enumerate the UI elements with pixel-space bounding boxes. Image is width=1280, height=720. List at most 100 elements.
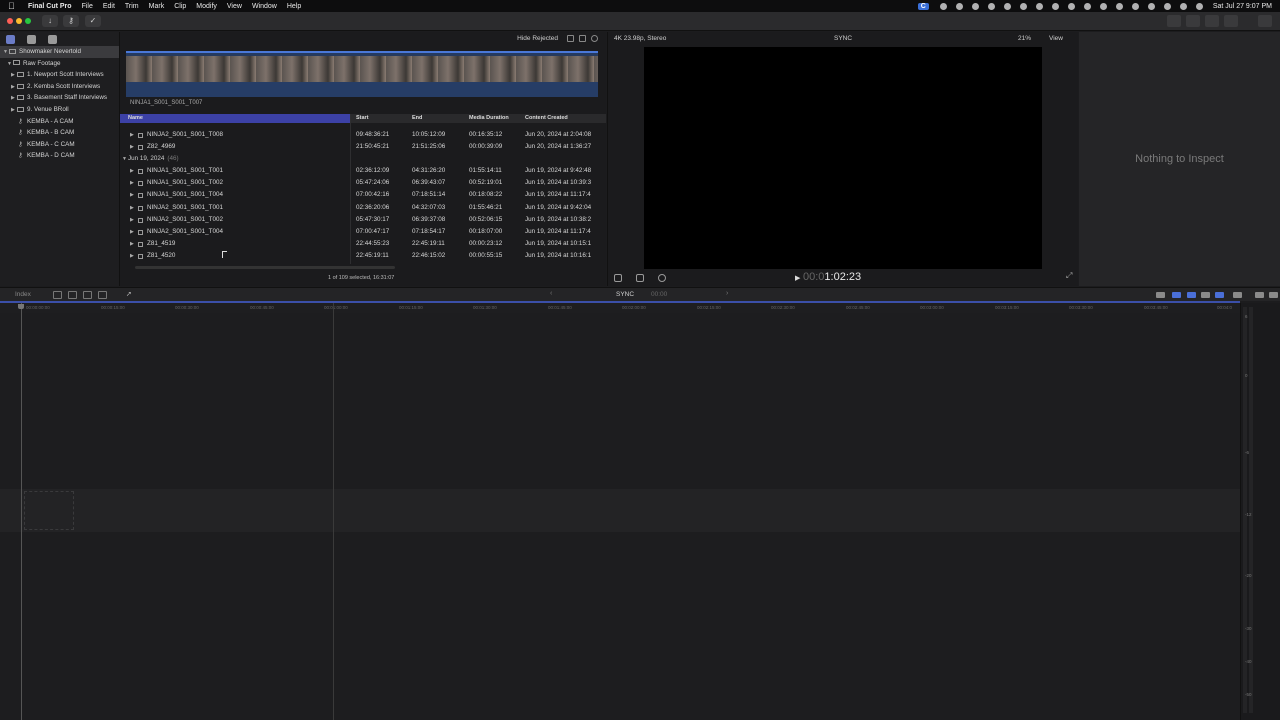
- status-icon[interactable]: [1019, 2, 1027, 10]
- status-icon[interactable]: [987, 2, 995, 10]
- battery-icon[interactable]: [1163, 2, 1171, 10]
- effects-browser-icon[interactable]: [1233, 292, 1242, 298]
- back-icon[interactable]: ‹: [550, 290, 552, 297]
- disclosure-closed-icon[interactable]: ▶: [130, 238, 134, 250]
- folder-item[interactable]: ▶ 2. Kemba Scott Interviews: [0, 81, 119, 93]
- bluetooth-icon[interactable]: [1131, 2, 1139, 10]
- layout-button[interactable]: [1224, 15, 1238, 27]
- forward-icon[interactable]: ›: [726, 290, 728, 297]
- disclosure-closed-icon[interactable]: ▶: [130, 129, 134, 141]
- list-item[interactable]: ▶ NINJA1_S001_S001_T001 02:36:12:09 04:3…: [120, 165, 606, 177]
- zoom-dropdown[interactable]: 21%: [1018, 35, 1031, 42]
- select-tool-icon[interactable]: ➚: [126, 290, 132, 298]
- disclosure-closed-icon[interactable]: ▶: [130, 250, 134, 262]
- list-item[interactable]: ▶ NINJA1_S001_S001_T002 05:47:24:06 06:3…: [120, 177, 606, 189]
- snapping-icon[interactable]: [1215, 292, 1224, 298]
- list-item[interactable]: ▶ Z81_4520 22:45:19:11 22:46:15:02 00:00…: [120, 250, 606, 262]
- wifi-icon[interactable]: [1179, 2, 1187, 10]
- control-center-icon[interactable]: [1195, 2, 1203, 10]
- column-header-start[interactable]: Start: [356, 114, 369, 123]
- library-item[interactable]: ▼ Showmaker Nevertold: [0, 46, 119, 58]
- status-icon[interactable]: [1035, 2, 1043, 10]
- list-item[interactable]: ▶ NINJA2_S001_S001_T002 05:47:30:17 06:3…: [120, 214, 606, 226]
- import-button[interactable]: ↓: [42, 15, 58, 27]
- titles-tab-icon[interactable]: [48, 34, 57, 44]
- headphones-icon[interactable]: [1201, 292, 1210, 298]
- status-icon[interactable]: [1115, 2, 1123, 10]
- status-icon[interactable]: [939, 2, 947, 10]
- horizontal-scrollbar[interactable]: [135, 266, 395, 269]
- disclosure-closed-icon[interactable]: ▶: [130, 226, 134, 238]
- menu-clock[interactable]: Sat Jul 27 9:07 PM: [1213, 3, 1272, 10]
- status-icon[interactable]: [1003, 2, 1011, 10]
- volume-icon[interactable]: [1147, 2, 1155, 10]
- zoom-window-button[interactable]: [25, 18, 31, 24]
- menu-edit[interactable]: Edit: [103, 3, 115, 10]
- column-header-duration[interactable]: Media Duration: [469, 114, 509, 123]
- date-group-row[interactable]: ▼ Jun 19, 2024 (46): [120, 153, 606, 165]
- folder-item[interactable]: ▶ 1. Newport Scott Interviews: [0, 69, 119, 81]
- background-tasks-button[interactable]: ✓: [85, 15, 101, 27]
- fullscreen-icon[interactable]: ⤢: [1066, 271, 1074, 280]
- status-icon[interactable]: [1051, 2, 1059, 10]
- video-canvas[interactable]: [644, 47, 1042, 269]
- apple-menu-icon[interactable]: : [8, 1, 18, 11]
- insert-clip-icon[interactable]: [68, 291, 77, 299]
- list-item[interactable]: ▶ Z81_4519 22:44:55:23 22:45:19:11 00:00…: [120, 238, 606, 250]
- connect-clip-icon[interactable]: [53, 291, 62, 299]
- column-header-end[interactable]: End: [412, 114, 422, 123]
- status-icon[interactable]: [955, 2, 963, 10]
- view-dropdown[interactable]: View: [1049, 35, 1063, 42]
- column-header-name[interactable]: Name: [120, 114, 350, 123]
- timeline-project-name[interactable]: SYNC: [616, 291, 634, 298]
- timeline-ruler[interactable]: 00:00:00:00 00:00:15:00 00:00:30:00 00:0…: [0, 303, 1240, 313]
- retime-icon[interactable]: [658, 274, 666, 282]
- event-item[interactable]: ▼ Raw Footage: [0, 58, 119, 70]
- menu-modify[interactable]: Modify: [196, 3, 217, 10]
- keyword-collection-item[interactable]: ⚷ KEMBA - D CAM: [0, 150, 119, 162]
- disclosure-closed-icon[interactable]: ▶: [130, 202, 134, 214]
- keyword-button[interactable]: ⚷: [63, 15, 79, 27]
- clip-filmstrip[interactable]: [126, 51, 598, 97]
- timeline-index-button[interactable]: Index: [15, 291, 31, 298]
- play-icon[interactable]: ▶: [795, 274, 800, 282]
- menu-view[interactable]: View: [227, 3, 242, 10]
- timeline-area[interactable]: [0, 313, 1240, 720]
- disclosure-open-icon[interactable]: ▼: [122, 153, 127, 165]
- enhance-icon[interactable]: [636, 274, 644, 282]
- disclosure-closed-icon[interactable]: ▶: [130, 165, 134, 177]
- close-icon[interactable]: [1269, 292, 1278, 298]
- list-item[interactable]: ▶ NINJA2_S001_S001_T008 09:48:36:21 10:0…: [120, 129, 606, 141]
- keyword-collection-item[interactable]: ⚷ KEMBA - B CAM: [0, 127, 119, 139]
- audio-skimming-icon[interactable]: [1187, 292, 1196, 298]
- clip-appearance-icon[interactable]: [567, 35, 574, 42]
- menu-mark[interactable]: Mark: [149, 3, 165, 10]
- list-item[interactable]: ▶ NINJA2_S001_S001_T001 02:36:20:06 04:3…: [120, 202, 606, 214]
- menu-trim[interactable]: Trim: [125, 3, 139, 10]
- libraries-tab-icon[interactable]: [6, 34, 15, 44]
- share-button[interactable]: [1167, 15, 1181, 27]
- photos-tab-icon[interactable]: [27, 34, 36, 44]
- list-item[interactable]: ▶ NINJA2_S001_S001_T004 07:00:47:17 07:1…: [120, 226, 606, 238]
- menu-clip[interactable]: Clip: [174, 3, 186, 10]
- disclosure-closed-icon[interactable]: ▶: [130, 141, 134, 153]
- folder-item[interactable]: ▶ 9. Venue BRoll: [0, 104, 119, 116]
- menu-help[interactable]: Help: [287, 3, 301, 10]
- expand-icon[interactable]: [1255, 292, 1264, 298]
- menu-file[interactable]: File: [82, 3, 93, 10]
- list-item[interactable]: ▶ Z82_4969 21:50:45:21 21:51:25:06 00:00…: [120, 141, 606, 153]
- status-icon[interactable]: [1067, 2, 1075, 10]
- export-button[interactable]: [1258, 15, 1272, 27]
- playhead[interactable]: [21, 303, 22, 720]
- minimize-window-button[interactable]: [16, 18, 22, 24]
- keyword-collection-item[interactable]: ⚷ KEMBA - C CAM: [0, 139, 119, 151]
- menu-window[interactable]: Window: [252, 3, 277, 10]
- menu-app[interactable]: Final Cut Pro: [28, 3, 72, 10]
- clip-appearance-icon[interactable]: [1156, 292, 1165, 298]
- keyword-collection-item[interactable]: ⚷ KEMBA - A CAM: [0, 116, 119, 128]
- column-header-created[interactable]: Content Created: [525, 114, 568, 123]
- search-icon[interactable]: [591, 35, 598, 42]
- list-item[interactable]: ▶ NINJA1_S001_S001_T004 07:00:42:16 07:1…: [120, 189, 606, 201]
- overwrite-clip-icon[interactable]: [98, 291, 107, 299]
- status-icon[interactable]: [1083, 2, 1091, 10]
